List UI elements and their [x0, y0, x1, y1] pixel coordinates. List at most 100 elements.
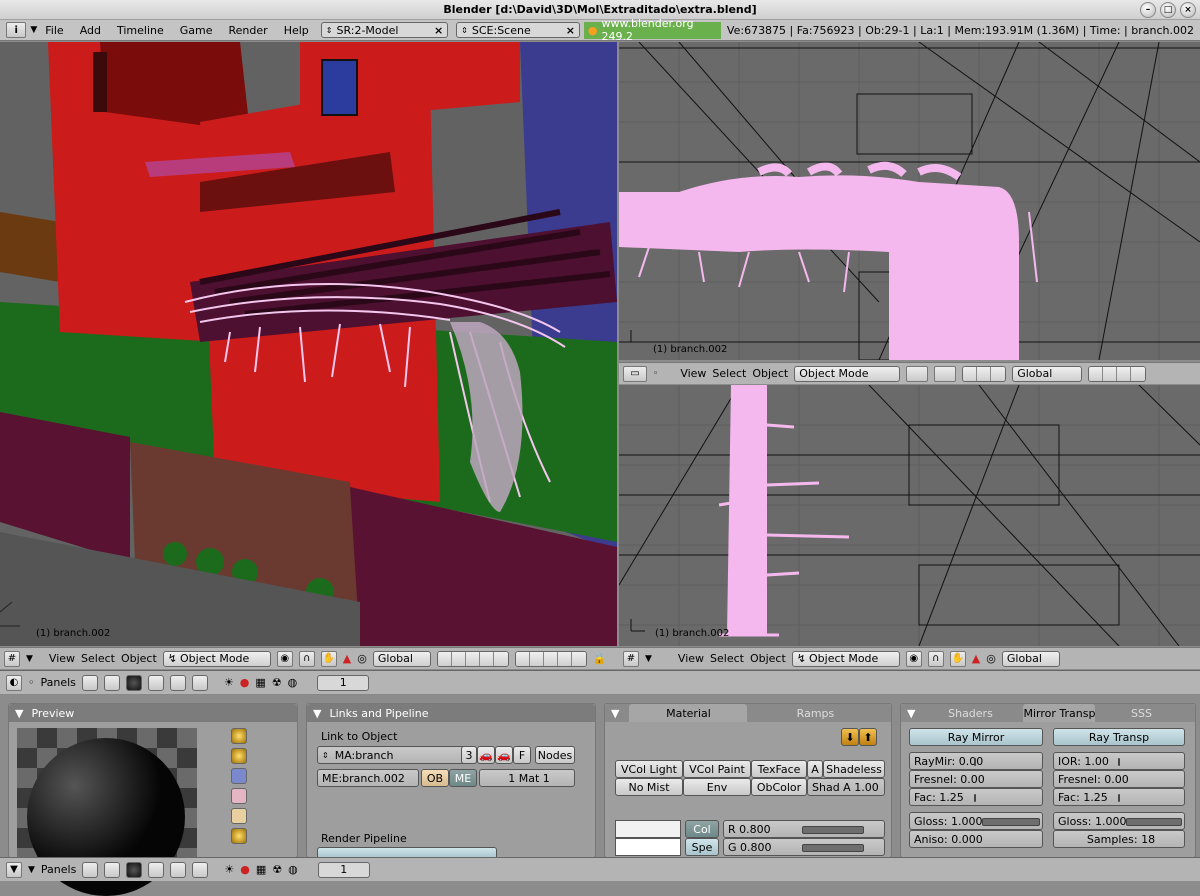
ob-button[interactable]: OB	[421, 769, 449, 787]
draw-type-icon[interactable]	[906, 365, 929, 382]
menu-render[interactable]: Render	[221, 24, 276, 37]
collapse-triangle-icon[interactable]: ▼	[313, 707, 321, 720]
menu-view[interactable]: View	[678, 652, 704, 665]
panels-label[interactable]: Panels	[41, 863, 76, 876]
red-slider[interactable]: R 0.800	[723, 820, 885, 838]
material-index-field[interactable]: 1 Mat 1	[479, 769, 575, 787]
col-button[interactable]: Col	[685, 820, 719, 838]
draw-type-icon[interactable]: ◉	[905, 650, 922, 667]
viewport-3d-left[interactable]: (1) branch.002	[0, 42, 617, 646]
raymir-slider-bar[interactable]	[974, 758, 976, 766]
specular-swatch[interactable]	[615, 838, 681, 856]
green-slider[interactable]: G 0.800	[723, 838, 885, 856]
rotate-manipulator-icon[interactable]: ▲	[343, 652, 351, 665]
collapse-triangle-icon[interactable]: ▼	[907, 707, 915, 720]
fresnel-mirror-field[interactable]: Fresnel: 0.00	[909, 770, 1043, 788]
preview-sphere-icon[interactable]	[231, 748, 247, 764]
color-swatch[interactable]	[615, 820, 681, 838]
world-icon[interactable]: ◍	[288, 863, 298, 876]
material-name-field[interactable]: ⇕ MA:branch	[317, 746, 477, 764]
copy-material-icon[interactable]: ⬇	[841, 728, 859, 746]
mode-selector[interactable]: ↯ Object Mode	[162, 650, 271, 667]
editing-icon[interactable]	[169, 674, 186, 691]
menu-select[interactable]: Select	[712, 367, 746, 380]
buttons-window-type-icon[interactable]: ◐	[6, 674, 22, 691]
manipulator-group[interactable]	[962, 365, 1007, 382]
spe-button[interactable]: Spe	[685, 838, 719, 856]
menu-object[interactable]: Object	[752, 367, 788, 380]
window-type-icon[interactable]: ▼	[6, 861, 22, 878]
lamp-icon[interactable]: ☀	[224, 676, 234, 689]
links-panel-header[interactable]: ▼ Links and Pipeline	[307, 704, 595, 722]
shading-icon[interactable]	[126, 861, 143, 878]
minimize-button[interactable]: –	[1140, 2, 1156, 18]
fresnel-transp-field[interactable]: Fresnel: 0.00	[1053, 770, 1185, 788]
gloss-mirror-field[interactable]: Gloss: 1.000	[909, 812, 1043, 830]
ior-field[interactable]: IOR: 1.00	[1053, 752, 1185, 770]
lamp-icon[interactable]: ☀	[224, 863, 234, 876]
mode-selector[interactable]: ↯ Object Mode	[791, 650, 900, 667]
env-button[interactable]: Env	[683, 778, 751, 796]
hand-icon[interactable]: ✋	[949, 650, 966, 667]
preview-cube-icon[interactable]	[231, 768, 247, 784]
rotate-manipulator-icon[interactable]: ▲	[972, 652, 980, 665]
preview-hair-icon[interactable]	[231, 808, 247, 824]
maximize-button[interactable]: □	[1160, 2, 1176, 18]
preview-panel-header[interactable]: ▼ Preview	[9, 704, 297, 722]
window-type-icon[interactable]: ▭	[623, 365, 647, 382]
fac-mirror-slider-bar[interactable]	[974, 794, 976, 802]
shading-icon[interactable]	[125, 674, 142, 691]
preview-monkey-icon[interactable]	[231, 788, 247, 804]
ior-slider-bar[interactable]	[1118, 758, 1120, 766]
ray-mirror-button[interactable]: Ray Mirror	[909, 728, 1043, 746]
fac-mirror-field[interactable]: Fac: 1.25	[909, 788, 1043, 806]
preview-flat-icon[interactable]	[231, 728, 247, 744]
material-icon[interactable]: ●	[240, 863, 250, 876]
radiosity-icon[interactable]: ☢	[272, 863, 282, 876]
shadeless-button[interactable]: Shadeless	[823, 760, 885, 778]
object-icon[interactable]	[148, 861, 165, 878]
layers-group[interactable]	[1088, 365, 1147, 382]
magnet-icon[interactable]: ∩	[927, 650, 944, 667]
collapse-triangle-icon[interactable]: ▼	[611, 707, 619, 720]
gloss-transp-field[interactable]: Gloss: 1.000	[1053, 812, 1185, 830]
hand-icon[interactable]: ✋	[320, 650, 337, 667]
chevron-down-icon[interactable]: ▼	[30, 25, 37, 35]
menu-select[interactable]: Select	[81, 652, 115, 665]
menu-add[interactable]: Add	[72, 24, 109, 37]
mode-selector[interactable]: Object Mode	[794, 365, 901, 382]
grid-icon[interactable]: #	[4, 650, 20, 667]
me-button[interactable]: ME	[449, 769, 477, 787]
chevron-down-icon[interactable]: ▼	[28, 865, 35, 875]
vcol-light-button[interactable]: VCol Light	[615, 760, 683, 778]
no-mist-button[interactable]: No Mist	[615, 778, 683, 796]
close-icon[interactable]: ×	[434, 24, 443, 37]
shad-alpha-field[interactable]: Shad A 1.00	[807, 778, 885, 796]
scene-icon[interactable]	[191, 674, 208, 691]
collapse-triangle-icon[interactable]: ▼	[15, 707, 23, 720]
texface-button[interactable]: TexFace	[751, 760, 807, 778]
tab-ramps[interactable]: Ramps	[755, 704, 876, 722]
object-icon[interactable]	[147, 674, 164, 691]
gloss-mirror-slider-bar[interactable]	[982, 818, 1040, 826]
draw-type-icon[interactable]: ◉	[276, 650, 293, 667]
aniso-field[interactable]: Aniso: 0.000	[909, 830, 1043, 848]
scene-icon[interactable]	[192, 861, 209, 878]
editing-icon[interactable]	[170, 861, 187, 878]
orientation-selector[interactable]: Global	[1012, 365, 1083, 382]
obcolor-button[interactable]: ObColor	[751, 778, 807, 796]
tab-material[interactable]: Material	[629, 704, 748, 722]
menu-view[interactable]: View	[49, 652, 75, 665]
nodes-button[interactable]: Nodes	[535, 746, 575, 764]
menu-view[interactable]: View	[680, 367, 706, 380]
menu-game[interactable]: Game	[172, 24, 221, 37]
screen-selector[interactable]: ⇕ SR:2-Model ×	[320, 22, 449, 38]
panels-label[interactable]: Panels	[41, 676, 76, 689]
world-icon[interactable]: ◍	[288, 676, 298, 689]
tab-shaders[interactable]: Shaders	[925, 704, 1016, 722]
fac-transp-field[interactable]: Fac: 1.25	[1053, 788, 1185, 806]
chevron-down-icon[interactable]: ▼	[26, 654, 33, 664]
tab-mirror-transp[interactable]: Mirror Transp	[1023, 704, 1096, 722]
a-button[interactable]: A	[807, 760, 823, 778]
menu-select[interactable]: Select	[710, 652, 744, 665]
